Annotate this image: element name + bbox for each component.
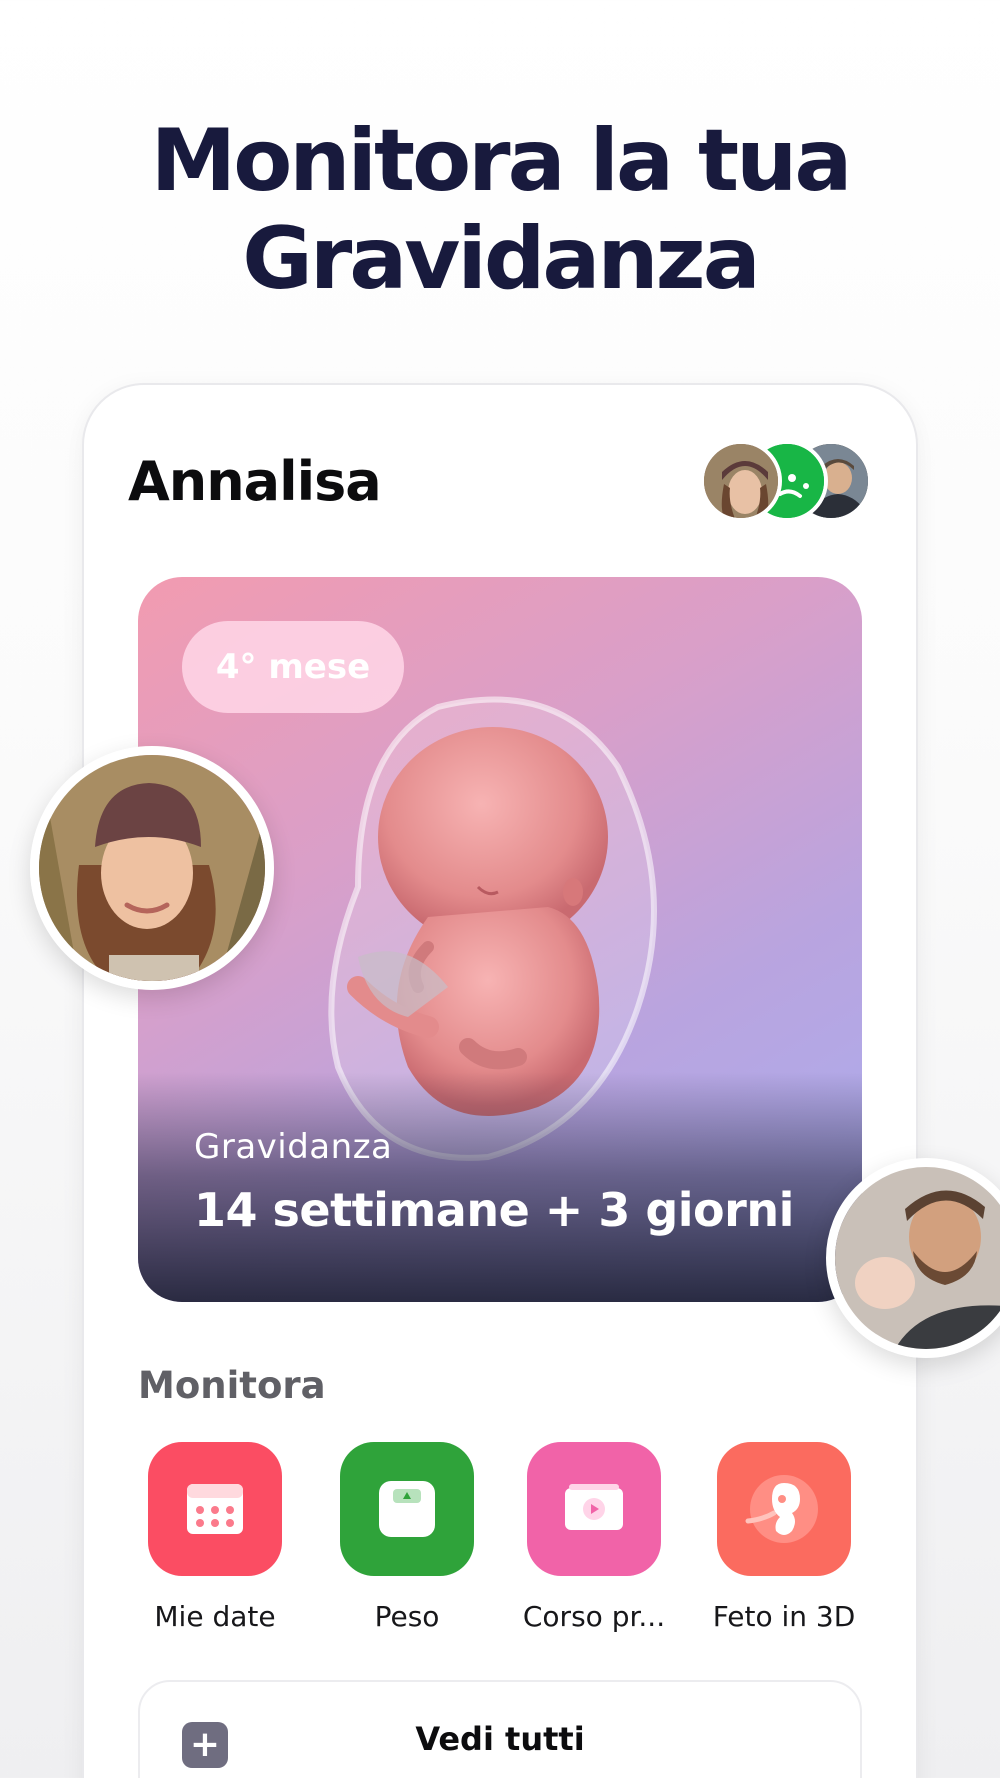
avatar-woman[interactable] (700, 440, 782, 522)
tile-weight[interactable] (340, 1442, 474, 1576)
tile-my-dates[interactable] (148, 1442, 282, 1576)
tile-label-my-dates: Mie date (154, 1600, 276, 1633)
gestational-age: 14 settimane + 3 giorni (194, 1183, 794, 1237)
see-all-button[interactable]: + Vedi tutti (138, 1680, 862, 1778)
video-icon (565, 1484, 623, 1530)
profile-avatar-stack[interactable] (700, 440, 872, 522)
page-headline: Monitora la tua Gravidanza (0, 112, 1000, 308)
scale-icon (379, 1481, 435, 1537)
profile-name: Annalisa (128, 450, 382, 513)
hero-label: Gravidanza (194, 1127, 393, 1167)
calendar-icon (187, 1484, 243, 1534)
headline-line-1: Monitora la tua (150, 111, 853, 211)
month-badge: 4° mese (182, 621, 404, 713)
headline-line-2: Gravidanza (242, 209, 760, 309)
mother-photo-bubble (30, 746, 274, 990)
tile-label-fetus-3d: Feto in 3D (712, 1600, 856, 1633)
tile-label-course: Corso pr... (522, 1600, 666, 1633)
monitor-section-title: Monitora (138, 1364, 326, 1407)
tile-label-weight: Peso (374, 1600, 440, 1633)
tile-fetus-3d[interactable] (717, 1442, 851, 1576)
see-all-label: Vedi tutti (415, 1720, 585, 1758)
fetus-icon (745, 1475, 818, 1543)
tile-course[interactable] (527, 1442, 661, 1576)
